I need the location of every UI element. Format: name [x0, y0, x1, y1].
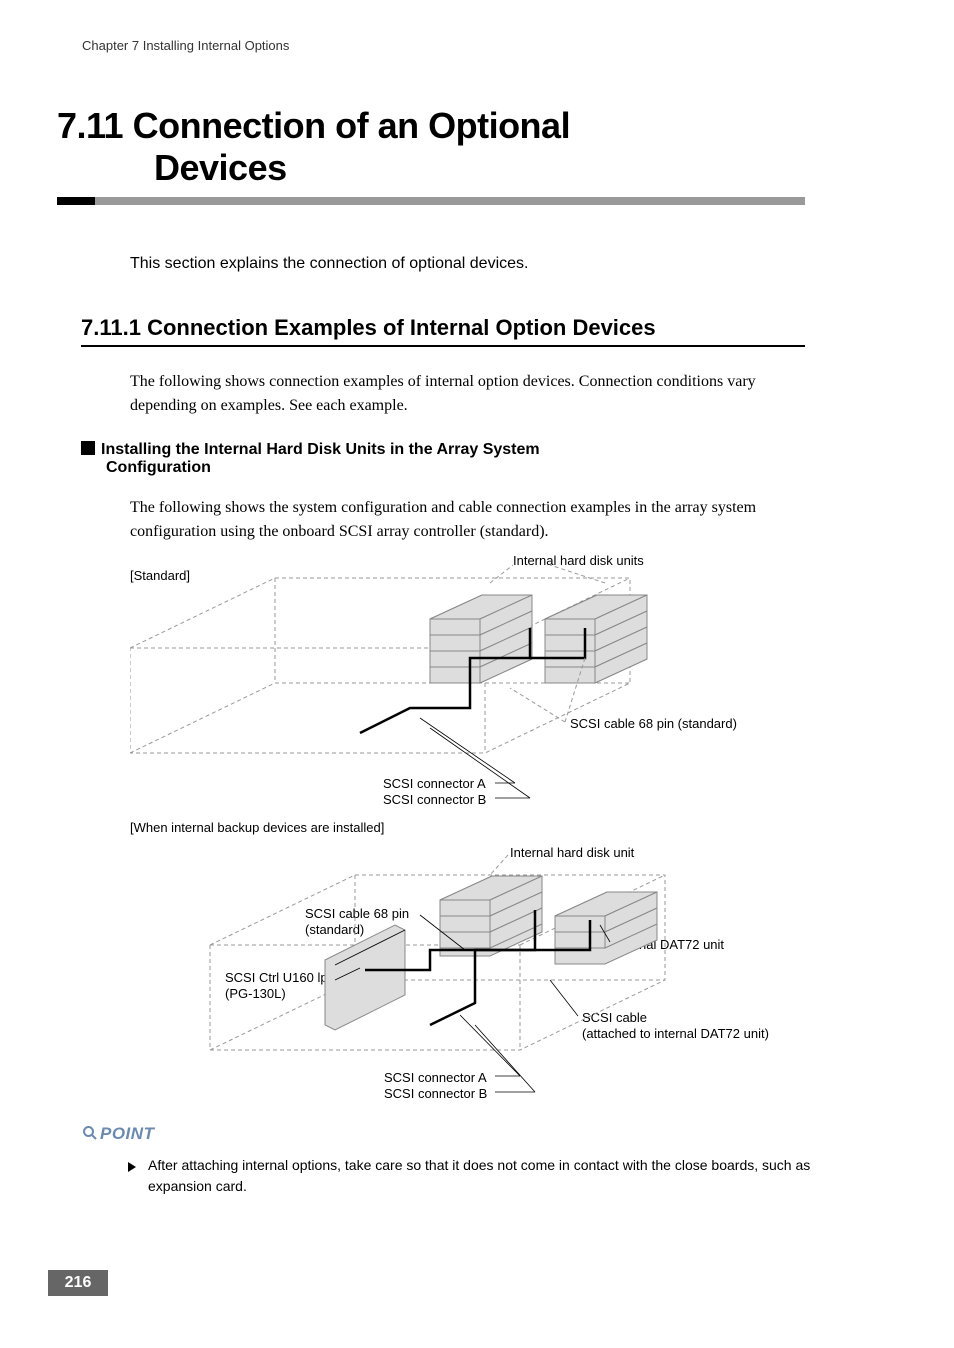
triangle-bullet-icon [128, 1157, 136, 1178]
diagram2-svg [130, 820, 830, 1110]
section-title-line1: Connection of an Optional [133, 105, 570, 146]
subheading-description: The following shows the system configura… [130, 496, 804, 544]
subheading-array-config: Installing the Internal Hard Disk Units … [81, 441, 540, 477]
diagram-standard: [Standard] Internal hard disk units SCSI… [130, 548, 824, 808]
diagram-backup-installed: [When internal backup devices are instal… [130, 820, 824, 1105]
section-intro: This section explains the connection of … [130, 255, 528, 273]
subsection-title: 7.11.1 Connection Examples of Internal O… [81, 315, 656, 341]
section-title-block: 7.11 Connection of an Optional Devices [57, 105, 804, 189]
point-text: After attaching internal options, take c… [130, 1155, 824, 1197]
subsection-intro: The following shows connection examples … [130, 370, 804, 418]
page-number: 216 [48, 1270, 108, 1296]
subsection-underline [81, 345, 805, 347]
title-underline [57, 197, 805, 205]
square-bullet-icon [81, 441, 95, 455]
magnifier-icon [82, 1125, 98, 1146]
diagram1-svg [130, 548, 830, 808]
chapter-header: Chapter 7 Installing Internal Options [82, 38, 289, 53]
section-number: 7.11 [57, 105, 133, 146]
section-title-line2: Devices [154, 147, 804, 189]
point-callout-label: POINT [82, 1124, 154, 1146]
